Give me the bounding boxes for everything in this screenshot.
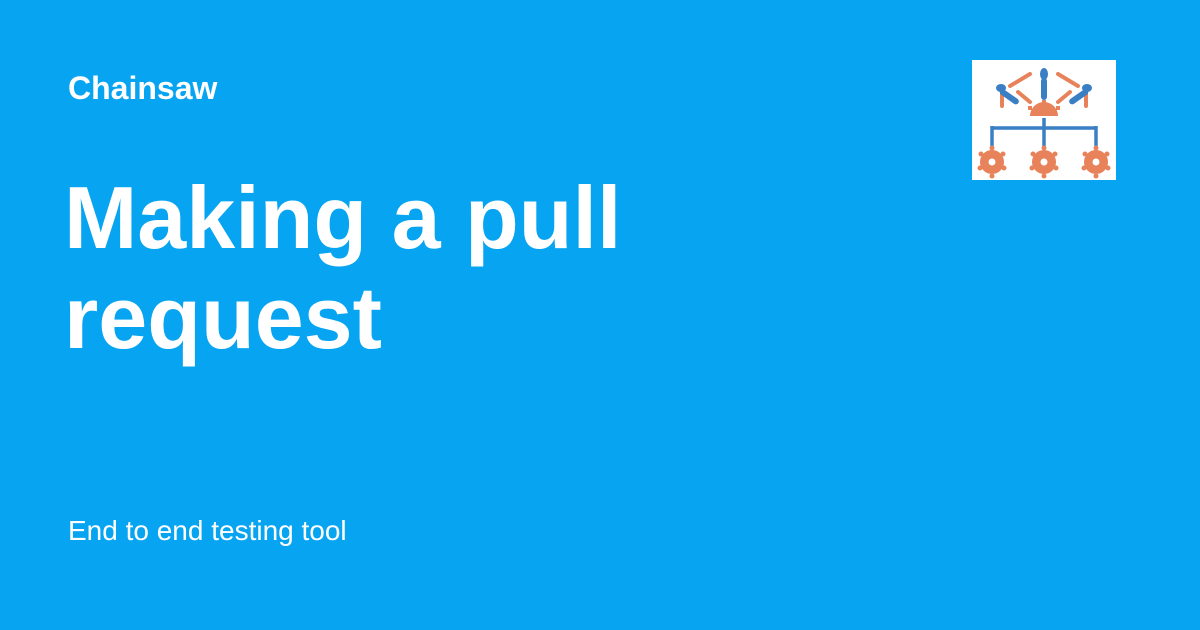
page-title: Making a pull request: [64, 168, 622, 367]
tagline: End to end testing tool: [68, 515, 347, 546]
chainsaw-logo-icon: [972, 60, 1116, 180]
site-name: Chainsaw: [68, 70, 218, 106]
